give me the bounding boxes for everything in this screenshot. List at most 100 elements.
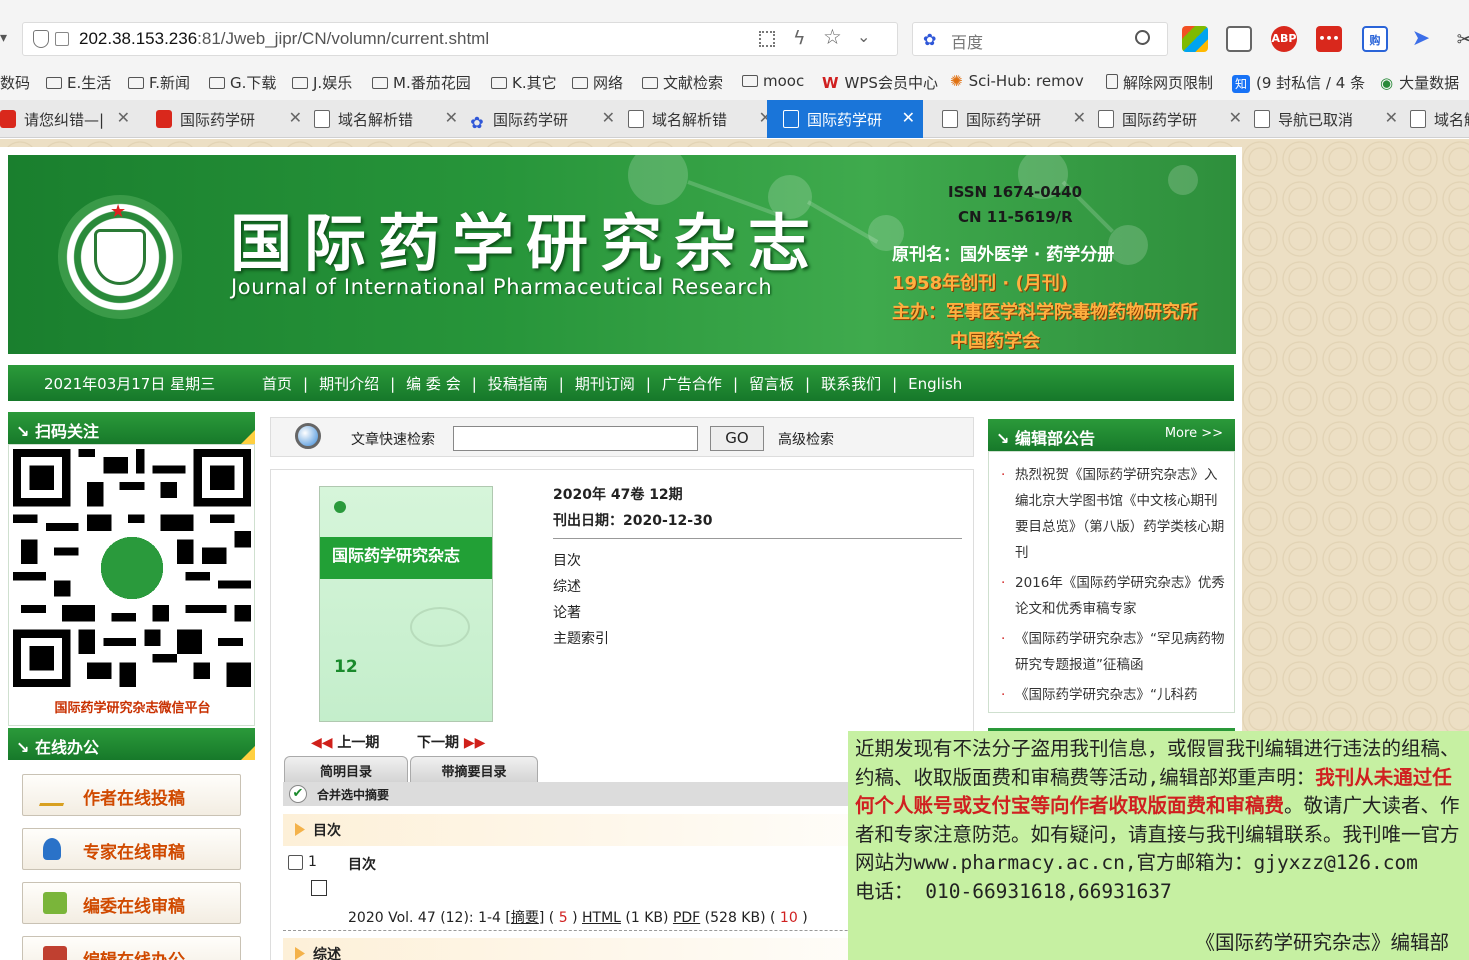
article-checkbox[interactable] <box>288 855 303 870</box>
bookmark[interactable]: ✺ Sci-Hub: remov <box>950 72 1084 90</box>
scissors-icon[interactable]: ✂ <box>1452 26 1469 52</box>
nav-guide[interactable]: 投稿指南 <box>488 375 548 393</box>
abstract-link[interactable]: 摘要 <box>511 910 539 926</box>
close-icon[interactable]: ✕ <box>1385 108 1398 127</box>
nav-subscribe[interactable]: 期刊订阅 <box>575 375 635 393</box>
bullet-icon: · <box>1001 687 1006 703</box>
bookmark-folder[interactable]: 文献检索 <box>642 72 723 93</box>
go-button[interactable]: GO <box>710 426 764 451</box>
editor-office-button[interactable]: 编辑在线办公 <box>22 936 241 960</box>
bookmark[interactable]: 解除网页限制 <box>1106 72 1213 93</box>
nav-editorial-board[interactable]: 编 委 会 <box>406 375 461 393</box>
toc-link-contents[interactable]: 目次 <box>553 550 581 570</box>
molecule-decoration <box>1168 165 1198 195</box>
nav-intro[interactable]: 期刊介绍 <box>319 375 379 393</box>
bookmark-folder[interactable]: 网络 <box>572 72 623 93</box>
nav-home[interactable]: 首页 <box>262 375 292 393</box>
article-title[interactable]: 目次 <box>348 854 376 874</box>
notice-item[interactable]: · 热烈祝贺《国际药学研究杂志》入编北京大学图书馆《中文核心期刊要目总览》（第八版… <box>1001 462 1229 566</box>
browser-tab[interactable]: 域名解析错 ✕ <box>624 100 780 138</box>
close-icon[interactable]: ✕ <box>289 108 302 127</box>
bookmark[interactable]: 数码 <box>0 72 30 93</box>
chevron-down-icon[interactable]: ⌄ <box>857 27 870 46</box>
toc-link-subject-index[interactable]: 主题索引 <box>553 628 609 648</box>
html-link[interactable]: HTML <box>582 910 621 926</box>
more-dots-icon[interactable]: ••• <box>1316 26 1342 52</box>
search-icon[interactable] <box>1135 30 1150 45</box>
pdf-link[interactable]: PDF <box>673 910 700 926</box>
bookmark-folder[interactable]: mooc <box>742 72 804 90</box>
browser-tab[interactable]: 国际药学研 ✕ <box>938 100 1094 138</box>
bookmark-folder[interactable]: K.其它 <box>491 72 557 93</box>
close-icon[interactable]: ✕ <box>117 108 130 127</box>
bookmark-folder[interactable]: M.番茄花园 <box>372 72 471 93</box>
bird-icon[interactable]: ➤ <box>1408 26 1434 52</box>
baidu-paw-icon: ✿ <box>923 30 937 49</box>
insecure-lock-icon[interactable] <box>55 32 69 46</box>
qr-code-icon[interactable] <box>759 31 775 47</box>
notice-item[interactable]: · 《国际药学研究杂志》“儿科药 <box>1001 682 1229 708</box>
expert-review-button[interactable]: 专家在线审稿 <box>22 828 241 870</box>
abp-icon[interactable]: ABP <box>1271 26 1297 52</box>
tab-brief-toc[interactable]: 简明目录 <box>284 756 408 782</box>
merge-label: 合并选中摘要 <box>317 788 390 802</box>
browser-tab[interactable]: 导航已取消 ✕ <box>1250 100 1406 138</box>
toc-link-articles[interactable]: 论著 <box>553 602 581 622</box>
section-title: 目次 <box>313 823 341 839</box>
browser-tab[interactable]: 域名解 <box>1406 100 1469 138</box>
address-bar[interactable]: 202.38.153.236:81/Jweb_jipr/CN/volumn/cu… <box>22 22 898 56</box>
browser-tab[interactable]: ✿ 国际药学研 ✕ <box>467 100 623 138</box>
browser-tab[interactable]: 国际药学研 ✕ <box>154 100 310 138</box>
close-icon[interactable]: ✕ <box>1073 108 1086 127</box>
search-engine-box[interactable]: ✿ 百度 <box>912 22 1168 56</box>
star-icon[interactable]: ☆ <box>823 25 842 49</box>
copy-icon[interactable] <box>311 880 327 896</box>
lightning-icon[interactable]: ϟ <box>793 27 806 49</box>
issue-cover-image[interactable]: 国际药学研究杂志 12 <box>319 486 493 722</box>
nav-contact[interactable]: 联系我们 <box>821 375 881 393</box>
nav-ads[interactable]: 广告合作 <box>662 375 722 393</box>
close-icon[interactable]: ✕ <box>902 108 915 127</box>
browser-tab[interactable]: 请您纠错—| ✕ <box>0 100 138 138</box>
bookmark-folder[interactable]: J.娱乐 <box>292 72 352 93</box>
bookmark-folder[interactable]: E.生活 <box>46 72 111 93</box>
close-icon[interactable]: ✕ <box>1229 108 1242 127</box>
nav-messages[interactable]: 留言板 <box>749 375 794 393</box>
double-right-arrow-icon: ▶▶ <box>459 735 486 751</box>
notice-item[interactable]: · 2016年《国际药学研究杂志》优秀论文和优秀审稿专家 <box>1001 570 1229 622</box>
gou-icon[interactable]: 购 <box>1362 26 1388 52</box>
bookmark-label: M.番茄花园 <box>393 74 471 92</box>
quick-search-input[interactable] <box>453 426 698 451</box>
url-text[interactable]: 202.38.153.236:81/Jweb_jipr/CN/volumn/cu… <box>79 29 489 49</box>
menu-chevron-icon[interactable]: ▾ <box>0 30 7 46</box>
browser-tab-active[interactable]: 国际药学研 ✕ <box>767 100 923 138</box>
bookmark-folder[interactable]: F.新闻 <box>128 72 190 93</box>
bookmark[interactable]: 知 (9 封私信 / 4 条 <box>1232 72 1365 93</box>
bookmark[interactable]: ◉ 大量数据 <box>1380 72 1459 93</box>
advanced-search-link[interactable]: 高级检索 <box>778 429 834 449</box>
notice-item[interactable]: · 《国际药学研究杂志》“罕见病药物研究专题报道”征稿函 <box>1001 626 1229 678</box>
next-issue-link[interactable]: 下一期 ▶▶ <box>417 732 485 752</box>
bookmark-folder[interactable]: G.下载 <box>209 72 276 93</box>
search-input[interactable]: 百度 <box>951 29 983 53</box>
tab-abstract-toc[interactable]: 带摘要目录 <box>410 756 538 782</box>
editor-review-button[interactable]: 编委在线审稿 <box>22 882 241 924</box>
reader-icon[interactable] <box>1226 26 1252 52</box>
shield-icon[interactable] <box>33 30 49 48</box>
close-icon[interactable]: ✕ <box>445 108 458 127</box>
journal-logo: ★ <box>58 195 182 319</box>
bookmark[interactable]: W WPS会员中心 <box>822 72 938 93</box>
toc-link-review[interactable]: 综述 <box>553 576 581 596</box>
office-section-title: 在线办公 <box>34 738 99 757</box>
browser-tab[interactable]: 域名解析错 ✕ <box>310 100 466 138</box>
wechat-qr-code[interactable] <box>13 449 251 687</box>
windows-icon[interactable] <box>1182 26 1208 52</box>
more-link[interactable]: More >> <box>1165 426 1223 441</box>
close-icon[interactable]: ✕ <box>602 108 615 127</box>
author-submission-button[interactable]: 作者在线投稿 <box>22 774 241 816</box>
browser-tab[interactable]: 国际药学研 ✕ <box>1094 100 1250 138</box>
tab-strip: 请您纠错—| ✕ 国际药学研 ✕ 域名解析错 ✕ ✿ 国际药学研 ✕ 域名解析错 ✕ 国际药… <box>0 100 1469 138</box>
previous-issue-link[interactable]: ◀◀ 上一期 <box>311 732 379 752</box>
nav-english[interactable]: English <box>908 375 962 393</box>
tab-label: 国际药学研 <box>180 111 256 129</box>
